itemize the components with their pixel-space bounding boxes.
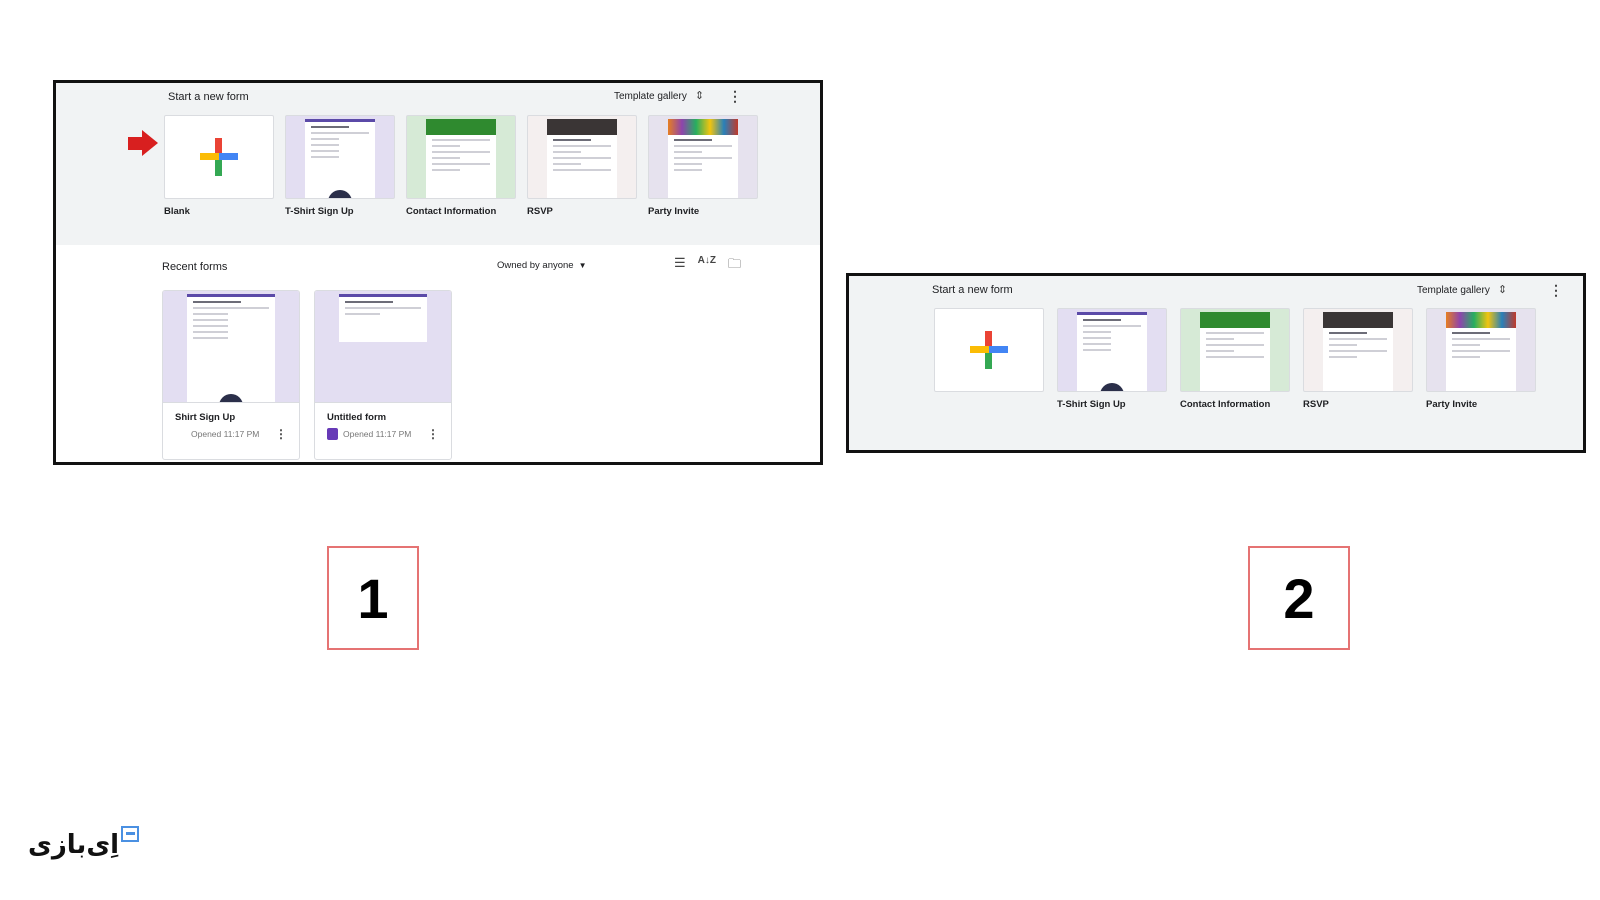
site-logo: اِی‌بازی (28, 826, 140, 860)
template-card-rsvp[interactable]: RSVP (1303, 308, 1413, 410)
owned-by-dropdown[interactable]: Owned by anyone ▼ (497, 260, 587, 271)
start-new-form-section: Start a new form Template gallery ⇕ ⋮ T-… (849, 276, 1583, 450)
recent-form-opened: Opened 11:17 PM (191, 429, 260, 439)
unfold-icon: ⇕ (694, 90, 705, 102)
template-label: Contact Information (1180, 399, 1271, 410)
template-label: Party Invite (1426, 399, 1478, 410)
more-options-icon[interactable]: ⋮ (1549, 283, 1563, 297)
list-view-icon[interactable]: ☰ (674, 255, 686, 277)
unfold-icon: ⇕ (1497, 284, 1508, 296)
rsvp-thumbnail (527, 115, 637, 199)
view-tools: ☰ A↓Z 🗀 (674, 255, 741, 277)
recent-form-card[interactable]: Untitled form Opened 11:17 PM ⋮ (314, 290, 452, 460)
template-card-party[interactable]: Party Invite (1426, 308, 1536, 410)
template-label: Contact Information (406, 206, 497, 217)
recent-form-name: Untitled form (327, 412, 387, 423)
template-label: Party Invite (648, 206, 700, 217)
blank-thumbnail (934, 308, 1044, 392)
template-card-party[interactable]: Party Invite (648, 115, 758, 217)
recent-form-name: Shirt Sign Up (175, 412, 236, 423)
sort-az-icon[interactable]: A↓Z (698, 255, 716, 277)
number-label-2: 2 (1248, 546, 1350, 650)
template-card-rsvp[interactable]: RSVP (527, 115, 637, 217)
start-new-form-title: Start a new form (932, 284, 1013, 296)
logo-text: اِی‌بازی (28, 830, 120, 860)
template-gallery-button[interactable]: Template gallery ⇕ (614, 90, 705, 103)
template-card-blank[interactable] (934, 308, 1044, 410)
template-card-tshirt[interactable]: T-Shirt Sign Up (285, 115, 395, 217)
start-new-form-section: Start a new form Template gallery ⇕ ⋮ Bl… (56, 83, 820, 245)
owned-by-label: Owned by anyone (497, 260, 574, 271)
rsvp-thumbnail (1303, 308, 1413, 392)
template-gallery-button[interactable]: Template gallery ⇕ (1417, 284, 1508, 297)
recent-forms-title: Recent forms (162, 261, 228, 273)
template-card-tshirt[interactable]: T-Shirt Sign Up (1057, 308, 1167, 410)
template-label: Blank (164, 206, 190, 217)
template-gallery-label: Template gallery (614, 91, 687, 102)
more-options-icon[interactable]: ⋮ (427, 427, 439, 441)
template-card-blank[interactable]: Blank (164, 115, 274, 217)
recent-form-card[interactable]: Shirt Sign Up Opened 11:17 PM ⋮ (162, 290, 300, 460)
folder-icon[interactable]: 🗀 (728, 255, 741, 277)
recent-form-opened: Opened 11:17 PM (343, 429, 412, 439)
template-gallery-label: Template gallery (1417, 285, 1490, 296)
google-plus-icon (970, 331, 1008, 369)
recent-forms-list: Shirt Sign Up Opened 11:17 PM ⋮ Untitled… (162, 290, 452, 460)
template-label: RSVP (1303, 399, 1329, 410)
template-cards: Blank T-Shirt Sign Up Contact Informatio… (164, 115, 758, 217)
template-label: RSVP (527, 206, 553, 217)
screenshot-panel-1: Start a new form Template gallery ⇕ ⋮ Bl… (53, 80, 823, 465)
recent-form-thumbnail (163, 291, 299, 403)
tshirt-thumbnail (1057, 308, 1167, 392)
contact-thumbnail (406, 115, 516, 199)
template-card-contact[interactable]: Contact Information (406, 115, 516, 217)
dropdown-arrow-icon: ▼ (578, 261, 587, 270)
tshirt-thumbnail (285, 115, 395, 199)
recent-form-thumbnail (315, 291, 451, 403)
number-label-1: 1 (327, 546, 419, 650)
blank-thumbnail (164, 115, 274, 199)
more-options-icon[interactable]: ⋮ (728, 89, 742, 103)
contact-thumbnail (1180, 308, 1290, 392)
template-label: T-Shirt Sign Up (285, 206, 354, 217)
party-thumbnail (1426, 308, 1536, 392)
screenshot-panel-2: Start a new form Template gallery ⇕ ⋮ T-… (846, 273, 1586, 453)
google-plus-icon (200, 138, 238, 176)
google-forms-icon (327, 428, 338, 440)
template-cards: T-Shirt Sign Up Contact Information RSVP… (934, 308, 1536, 410)
template-label: T-Shirt Sign Up (1057, 399, 1126, 410)
party-thumbnail (648, 115, 758, 199)
more-options-icon[interactable]: ⋮ (275, 427, 287, 441)
template-card-contact[interactable]: Contact Information (1180, 308, 1290, 410)
logo-mark-icon (121, 826, 140, 842)
start-new-form-title: Start a new form (168, 91, 249, 103)
